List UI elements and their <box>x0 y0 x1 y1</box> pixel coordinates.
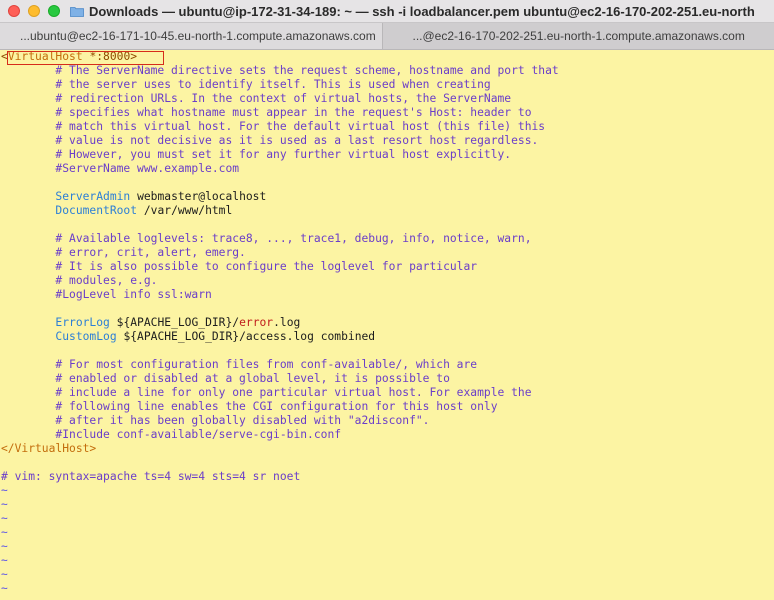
empty-line-tilde: ~ <box>1 554 8 567</box>
empty-line-tilde: ~ <box>1 498 8 511</box>
comment-line: # error, crit, alert, emerg. <box>1 246 246 259</box>
error-log-key: ErrorLog <box>55 316 110 329</box>
document-root-line: DocumentRoot /var/www/html <box>0 204 774 218</box>
comment-line: # after it has been globally disabled wi… <box>1 414 430 427</box>
error-log-var: ${APACHE_LOG_DIR} <box>116 316 233 329</box>
comment-line: #Include conf-available/serve-cgi-bin.co… <box>1 428 342 441</box>
error-log-file: error <box>239 316 274 329</box>
empty-line-tilde: ~ <box>1 484 8 497</box>
custom-log-value: ${APACHE_LOG_DIR}/access.log combined <box>123 330 376 343</box>
terminal-editor[interactable]: <VirtualHost *:8000> # The ServerName di… <box>0 50 774 600</box>
tab-label: ...@ec2-16-170-202-251.eu-north-1.comput… <box>412 29 745 43</box>
comment-line: # value is not decisive as it is used as… <box>1 134 539 147</box>
tab-ec2-16-171-10-45[interactable]: ...ubuntu@ec2-16-171-10-45.eu-north-1.co… <box>0 23 383 49</box>
comment-line: # Available loglevels: trace8, ..., trac… <box>1 232 532 245</box>
comment-line: # For most configuration files from conf… <box>1 358 478 371</box>
close-window-button[interactable] <box>8 5 20 17</box>
comment-line: # include a line for only one particular… <box>1 386 532 399</box>
folder-icon <box>70 6 84 17</box>
empty-line-tilde: ~ <box>1 526 8 539</box>
highlight-annotation <box>7 51 164 65</box>
server-admin-key: ServerAdmin <box>55 190 131 203</box>
zoom-window-button[interactable] <box>48 5 60 17</box>
window-title: Downloads — ubuntu@ip-172-31-34-189: ~ —… <box>89 3 755 19</box>
custom-log-key: CustomLog <box>55 330 117 343</box>
vim-modeline: # vim: syntax=apache ts=4 sw=4 sts=4 sr … <box>1 470 301 483</box>
vhost-close-line: </VirtualHost> <box>1 442 97 455</box>
tab-label: ...ubuntu@ec2-16-171-10-45.eu-north-1.co… <box>20 29 376 43</box>
error-log-line: ErrorLog ${APACHE_LOG_DIR}/error.log <box>0 316 774 330</box>
server-admin-value: webmaster@localhost <box>137 190 267 203</box>
comment-line: # the server uses to identify itself. Th… <box>1 78 491 91</box>
comment-line: # specifies what hostname must appear in… <box>1 106 532 119</box>
comment-line: # It is also possible to configure the l… <box>1 260 478 273</box>
server-admin-line: ServerAdmin webmaster@localhost <box>0 190 774 204</box>
comment-line: # modules, e.g. <box>1 274 158 287</box>
comment-line: #ServerName www.example.com <box>1 162 240 175</box>
empty-line-tilde: ~ <box>1 568 8 581</box>
comment-line: #LogLevel info ssl:warn <box>1 288 212 301</box>
comment-line: # match this virtual host. For the defau… <box>1 120 546 133</box>
empty-line-tilde: ~ <box>1 540 8 553</box>
custom-log-line: CustomLog ${APACHE_LOG_DIR}/access.log c… <box>0 330 774 344</box>
comment-line: # enabled or disabled at a global level,… <box>1 372 450 385</box>
document-root-value: /var/www/html <box>143 204 233 217</box>
empty-line-tilde: ~ <box>1 512 8 525</box>
minimize-window-button[interactable] <box>28 5 40 17</box>
comment-line: # The ServerName directive sets the requ… <box>1 64 559 77</box>
window-titlebar: Downloads — ubuntu@ip-172-31-34-189: ~ —… <box>0 0 774 23</box>
error-log-ext: .log <box>273 316 301 329</box>
document-root-key: DocumentRoot <box>55 204 138 217</box>
tab-bar: ...ubuntu@ec2-16-171-10-45.eu-north-1.co… <box>0 23 774 50</box>
tab-ec2-16-170-202-251[interactable]: ...@ec2-16-170-202-251.eu-north-1.comput… <box>382 23 774 49</box>
comment-line: # redirection URLs. In the context of vi… <box>1 92 512 105</box>
comment-line: # following line enables the CGI configu… <box>1 400 498 413</box>
comment-line: # However, you must set it for any furth… <box>1 148 512 161</box>
empty-line-tilde: ~ <box>1 582 8 595</box>
